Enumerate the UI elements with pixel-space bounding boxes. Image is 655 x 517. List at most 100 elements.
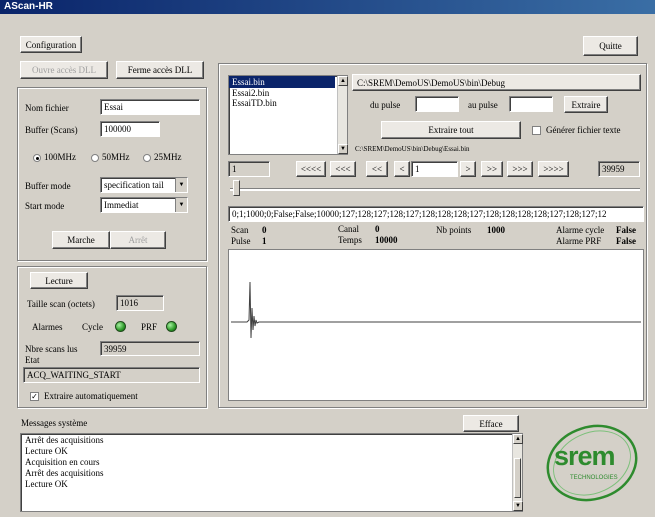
nb-points-label: Nb points <box>436 225 472 235</box>
scan-slider-track[interactable] <box>230 188 640 191</box>
ouvre-dll-button[interactable]: Ouvre accès DLL <box>20 61 108 79</box>
canal-label: Canal <box>338 224 359 234</box>
extraire-auto-label: Extraire automatiquement <box>44 391 138 401</box>
ascan-signal-line <box>231 281 641 339</box>
file-list-scrollbar[interactable]: ▲ ▼ <box>337 76 348 154</box>
chevron-down-icon: ▼ <box>175 198 187 212</box>
nav-last-button[interactable]: >>>> <box>538 161 569 177</box>
lecture-button[interactable]: Lecture <box>30 272 88 289</box>
freq-100-label: 100MHz <box>44 152 76 162</box>
nav-fwd1-button[interactable]: > <box>460 161 476 177</box>
au-pulse-input[interactable] <box>509 96 553 112</box>
nbre-scans-label: Nbre scans lus <box>25 344 78 354</box>
temps-label: Temps <box>338 235 362 245</box>
scan-slider-thumb[interactable] <box>233 180 240 196</box>
quitte-button[interactable]: Quitte <box>583 36 638 56</box>
generer-texte-checkbox[interactable] <box>532 126 541 135</box>
nav-fwd2-button[interactable]: >> <box>481 161 503 177</box>
list-item[interactable]: EssaiTD.bin <box>229 98 347 108</box>
chevron-down-icon: ▼ <box>175 178 187 192</box>
buffer-mode-select[interactable]: specification tail ▼ <box>100 177 188 193</box>
nom-fichier-label: Nom fichier <box>25 103 69 113</box>
nav-fwd3-button[interactable]: >>> <box>507 161 533 177</box>
messages-lines: Arrêt des acquisitions Lecture OK Acquis… <box>21 434 522 491</box>
extraire-auto-checkbox[interactable]: ✓ <box>30 392 39 401</box>
nav-min-field: 1 <box>228 161 270 177</box>
buffer-label: Buffer (Scans) <box>25 125 78 135</box>
freq-25-radio[interactable] <box>143 154 151 162</box>
temps-value: 10000 <box>375 235 398 245</box>
scan-value: 0 <box>262 225 267 235</box>
list-item: Lecture OK <box>25 479 68 489</box>
srem-logo: srem TECHNOLOGIES <box>542 415 642 511</box>
messages-list[interactable]: Arrêt des acquisitions Lecture OK Acquis… <box>20 433 523 512</box>
scroll-down-icon[interactable]: ▼ <box>513 501 523 511</box>
list-item[interactable]: Essai2.bin <box>229 88 347 98</box>
du-pulse-input[interactable] <box>415 96 459 112</box>
arret-button[interactable]: Arrêt <box>110 231 166 249</box>
ascan-signal-svg <box>231 281 641 339</box>
nav-max-field: 39959 <box>598 161 640 177</box>
extraire-tout-button[interactable]: Extraire tout <box>381 121 521 139</box>
extraire-button[interactable]: Extraire <box>564 96 608 113</box>
nav-first-button[interactable]: <<<< <box>296 161 326 177</box>
alarme-prf-label: Alarme PRF <box>556 236 602 246</box>
path-button[interactable]: C:\SREM\DemoUS\DemoUS\bin\Debug <box>352 74 641 91</box>
start-mode-label: Start mode <box>25 201 65 211</box>
ferme-dll-button[interactable]: Ferme accès DLL <box>116 61 204 79</box>
nav-current-input[interactable]: 1 <box>411 161 458 177</box>
nbre-scans-field: 39959 <box>100 341 200 356</box>
scan-label: Scan <box>231 225 249 235</box>
messages-scrollbar[interactable]: ▲ ▼ <box>512 434 523 511</box>
nav-back3-button[interactable]: <<< <box>330 161 356 177</box>
etat-field: ACQ_WAITING_START <box>23 367 200 383</box>
scroll-up-icon[interactable]: ▲ <box>338 76 348 86</box>
window-title: AScan-HR <box>0 0 655 14</box>
start-mode-select[interactable]: Immediat ▼ <box>100 197 188 213</box>
current-file-label: C:\SREM\DemoUS\bin\Debug\Essai.bin <box>355 145 470 153</box>
freq-50-label: 50MHz <box>102 152 130 162</box>
buffer-mode-value: specification tail <box>104 180 164 190</box>
cycle-led-icon <box>115 321 126 332</box>
prf-led-icon <box>166 321 177 332</box>
freq-100-radio[interactable] <box>33 154 41 162</box>
nom-fichier-input[interactable]: Essai <box>100 99 200 115</box>
list-item: Lecture OK <box>25 446 68 456</box>
list-item: Arrêt des acquisitions <box>25 468 104 478</box>
alarme-cycle-label: Alarme cycle <box>556 225 605 235</box>
messages-title: Messages système <box>21 418 88 428</box>
taille-scan-field: 1016 <box>116 295 164 311</box>
au-pulse-label: au pulse <box>468 100 498 110</box>
scan-raw-data: 0;1;1000;0;False;False;10000;127;128;127… <box>228 206 644 222</box>
canal-value: 0 <box>375 224 380 234</box>
nav-back1-button[interactable]: < <box>394 161 410 177</box>
pulse-value: 1 <box>262 236 267 246</box>
efface-button[interactable]: Efface <box>463 415 519 432</box>
scroll-thumb[interactable] <box>514 458 521 498</box>
buffer-input[interactable]: 100000 <box>100 121 160 137</box>
list-item[interactable]: Essai.bin <box>229 76 335 88</box>
etat-label: Etat <box>25 355 40 365</box>
freq-50-radio[interactable] <box>91 154 99 162</box>
list-item: Arrêt des acquisitions <box>25 435 104 445</box>
file-list[interactable]: Essai.bin Essai2.bin EssaiTD.bin ▲ ▼ <box>228 75 348 155</box>
alarmes-label: Alarmes <box>32 322 63 332</box>
scroll-up-icon[interactable]: ▲ <box>513 434 523 444</box>
list-item: Acquisition en cours <box>25 457 100 467</box>
nb-points-value: 1000 <box>487 225 505 235</box>
prf-label: PRF <box>141 322 158 332</box>
logo-subtext: TECHNOLOGIES <box>570 475 618 481</box>
generer-texte-label: Générer fichier texte <box>546 125 621 135</box>
taille-scan-label: Taille scan (octets) <box>27 299 95 309</box>
nav-back2-button[interactable]: << <box>366 161 388 177</box>
marche-button[interactable]: Marche <box>52 231 110 249</box>
alarme-prf-value: False <box>616 236 636 246</box>
scroll-down-icon[interactable]: ▼ <box>338 144 348 154</box>
pulse-label: Pulse <box>231 236 251 246</box>
freq-25-label: 25MHz <box>154 152 182 162</box>
start-mode-value: Immediat <box>104 200 139 210</box>
ascan-plot <box>228 249 644 401</box>
configuration-button[interactable]: Configuration <box>20 36 82 53</box>
buffer-mode-label: Buffer mode <box>25 181 71 191</box>
alarme-cycle-value: False <box>616 225 636 235</box>
